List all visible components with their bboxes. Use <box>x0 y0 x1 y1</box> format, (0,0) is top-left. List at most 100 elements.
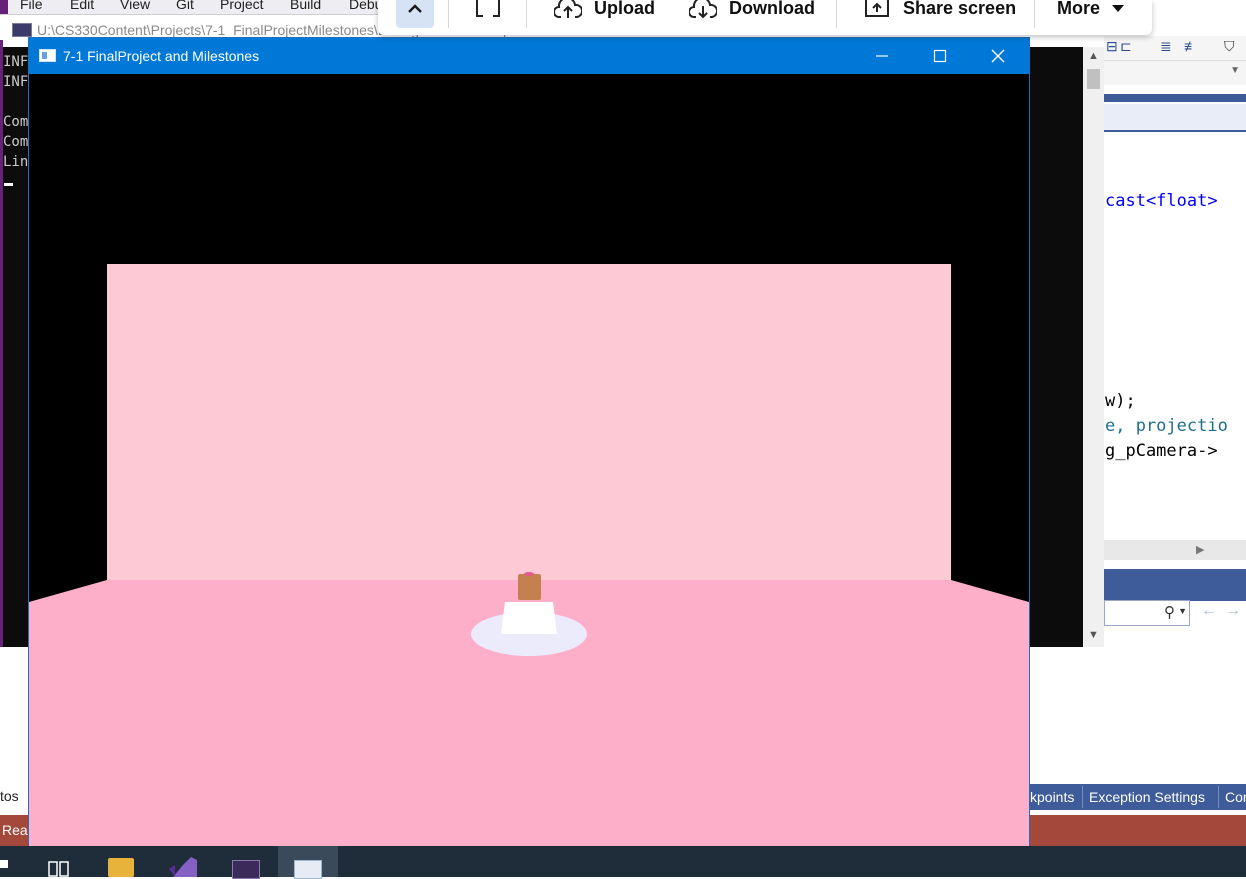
visual-studio-icon <box>169 857 197 877</box>
code-line: w); <box>1105 391 1136 411</box>
collapse-toolbar-button[interactable] <box>396 0 434 28</box>
toolbar-separator <box>836 0 837 28</box>
share-screen-icon <box>865 0 889 17</box>
upload-label: Upload <box>594 0 655 18</box>
chevron-down-icon[interactable]: ▼ <box>1230 65 1240 76</box>
caret-down-icon <box>1112 5 1124 12</box>
menu-edit[interactable]: Edit <box>70 0 94 12</box>
maximize-button[interactable] <box>911 38 969 74</box>
editor-tabstrip <box>1104 104 1246 132</box>
console-cursor <box>4 183 13 186</box>
candle-top <box>524 572 534 576</box>
start-button[interactable] <box>0 846 10 877</box>
console-line: Com <box>3 114 29 130</box>
windows-icon <box>0 860 8 868</box>
menu-build[interactable]: Build <box>290 0 321 12</box>
editor-hscrollbar[interactable]: ▶ <box>1104 540 1246 560</box>
bookmark-icon[interactable]: ⛉ <box>1224 38 1235 55</box>
toolbar-icon[interactable]: ⊟ <box>1106 38 1118 55</box>
editor-divider <box>1104 94 1246 102</box>
tab-separator <box>1082 786 1083 808</box>
task-view-icon <box>48 861 69 877</box>
window-titlebar[interactable]: 7-1 FinalProject and Milestones <box>29 38 1029 74</box>
opengl-window[interactable]: 7-1 FinalProject and Milestones <box>28 37 1030 847</box>
vs-code-editor: ⊟ ⊏ ≣ ≢ ⛉ ▼ cast<float> w); e, projectio… <box>1104 36 1246 648</box>
menu-view[interactable]: View <box>120 0 150 12</box>
code-text: cast<float> <box>1105 191 1218 211</box>
console-scrollbar[interactable]: ▲ ▼ <box>1083 47 1104 647</box>
windows-taskbar <box>0 846 1246 879</box>
scroll-right-icon[interactable]: ▶ <box>1196 543 1204 556</box>
scroll-down-icon[interactable]: ▼ <box>1088 629 1099 641</box>
toolbar-separator <box>1034 0 1035 28</box>
task-view-button[interactable] <box>42 846 76 877</box>
vs-bottom-tabs: kpoints Exception Settings Con <box>1030 784 1246 810</box>
search-input[interactable]: ⚲ ▼ <box>1104 600 1190 626</box>
share-screen-label: Share screen <box>903 0 1017 18</box>
code-text: e, projectio <box>1105 416 1228 436</box>
back-wall <box>107 264 951 584</box>
code-line: e, projectio <box>1105 416 1228 436</box>
taskbar-visual-studio[interactable] <box>166 846 200 877</box>
toolbar-separator <box>526 0 527 28</box>
scrollbar-thumb[interactable] <box>1087 69 1100 89</box>
taskbar-opengl-window[interactable] <box>278 846 338 879</box>
panel-header <box>1104 569 1246 601</box>
minimize-button[interactable] <box>853 38 911 74</box>
chevron-up-icon <box>408 4 422 13</box>
code-line: cast<float> <box>1105 191 1218 211</box>
editor-toolbar: ⊟ ⊏ ≣ ≢ ⛉ <box>1104 36 1246 60</box>
vs-menubar: File Edit View Git Project Build Debu <box>0 0 400 14</box>
console-output: INF INF Com Com Lin <box>3 52 28 172</box>
code-line: g_pCamera-> <box>1105 441 1218 461</box>
terminal-icon <box>232 860 260 879</box>
menu-git[interactable]: Git <box>176 0 194 12</box>
screen-share-toolbar: Upload Download Share screen More <box>378 0 1152 35</box>
taskbar-file-explorer[interactable] <box>104 846 138 877</box>
cloud-upload-icon <box>554 0 582 18</box>
tab-breakpoints[interactable]: kpoints <box>1030 789 1074 805</box>
search-icon[interactable]: ⚲ <box>1164 603 1175 621</box>
file-explorer-icon <box>108 858 134 877</box>
toolbar-separator <box>448 0 449 28</box>
maximize-icon <box>933 49 947 63</box>
console-line: INF <box>3 74 29 90</box>
console-line: Com <box>3 134 29 150</box>
uncomment-icon[interactable]: ≢ <box>1184 38 1198 54</box>
window-icon <box>294 860 322 879</box>
window-app-icon <box>39 49 56 62</box>
caret-down-icon[interactable]: ▼ <box>1178 606 1187 616</box>
status-text: Rea <box>2 822 28 838</box>
close-icon <box>991 49 1005 63</box>
autos-tab[interactable]: tos <box>0 788 19 804</box>
menu-project[interactable]: Project <box>220 0 264 12</box>
menu-file[interactable]: File <box>20 0 43 12</box>
window-title: 7-1 FinalProject and Milestones <box>63 48 260 64</box>
code-text: w); <box>1105 391 1136 411</box>
console-line: INF <box>3 54 29 70</box>
comment-icon[interactable]: ≣ <box>1160 38 1172 55</box>
fullscreen-icon[interactable] <box>475 0 501 20</box>
tab-separator <box>1218 786 1219 808</box>
more-label: More <box>1057 0 1101 18</box>
console-line: Lin <box>3 154 29 170</box>
cake-candle <box>518 574 541 600</box>
cloud-download-icon <box>689 0 717 19</box>
visual-studio-icon <box>0 0 8 14</box>
download-label: Download <box>729 0 815 18</box>
editor-dropdown-bar[interactable]: ▼ <box>1104 60 1246 85</box>
back-arrow-icon[interactable]: ← <box>1201 602 1217 620</box>
scroll-up-icon[interactable]: ▲ <box>1088 50 1099 62</box>
code-text: g_pCamera-> <box>1105 441 1218 461</box>
forward-arrow-icon[interactable]: → <box>1225 602 1241 620</box>
console-icon <box>12 23 32 37</box>
taskbar-terminal[interactable] <box>228 846 262 879</box>
minimize-icon <box>876 55 888 57</box>
3d-scene-viewport[interactable] <box>29 74 1029 846</box>
tab-exception-settings[interactable]: Exception Settings <box>1089 789 1205 805</box>
toolbar-icon[interactable]: ⊏ <box>1120 38 1132 55</box>
tab-command[interactable]: Con <box>1225 789 1246 805</box>
cake-body <box>501 602 557 634</box>
close-button[interactable] <box>969 38 1027 74</box>
